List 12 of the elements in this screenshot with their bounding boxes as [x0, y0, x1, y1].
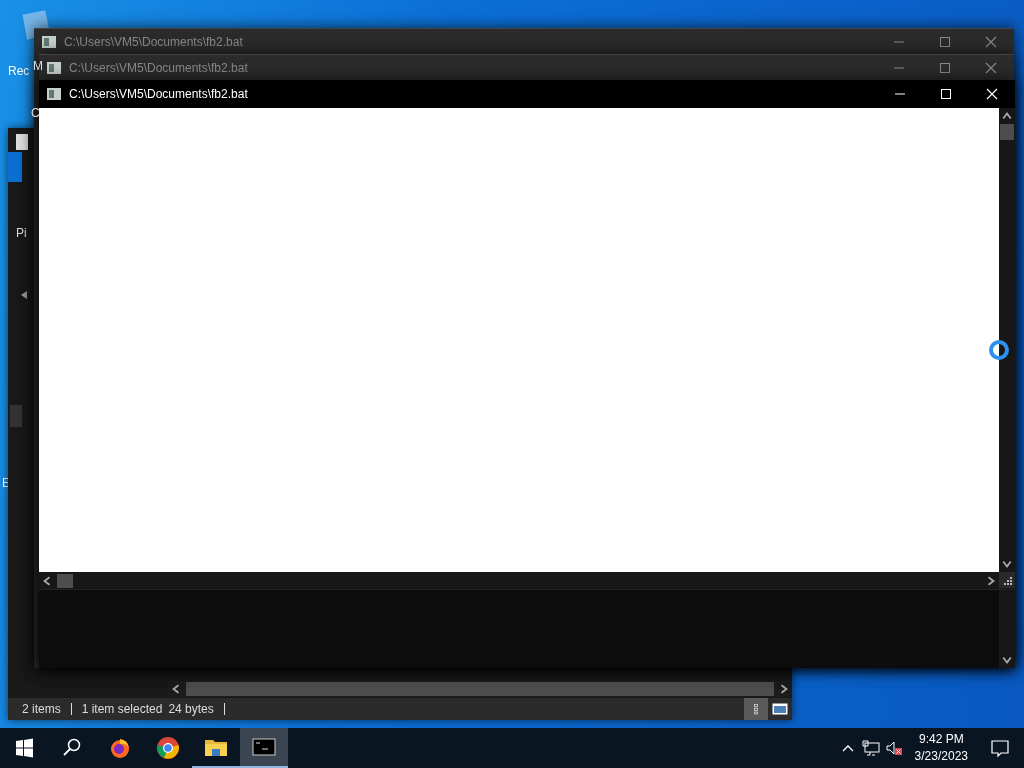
selection-info: 1 item selected [81, 702, 163, 716]
window-title: C:\Users\VM5\Documents\fb2.bat [64, 35, 243, 49]
window-title: C:\Users\VM5\Documents\fb2.bat [69, 61, 248, 75]
selection-size: 24 bytes [168, 702, 214, 716]
clock[interactable]: 9:42 PM 3/23/2023 [914, 731, 968, 765]
nav-item[interactable]: Pi [16, 226, 27, 240]
item-count: 2 items [22, 702, 61, 716]
window-fragment-text: M [33, 59, 43, 73]
clock-date: 3/23/2023 [914, 748, 968, 765]
window-title: C:\Users\VM5\Documents\fb2.bat [69, 87, 248, 101]
clock-time: 9:42 PM [918, 731, 964, 748]
window-fragment-text: C [31, 106, 40, 120]
